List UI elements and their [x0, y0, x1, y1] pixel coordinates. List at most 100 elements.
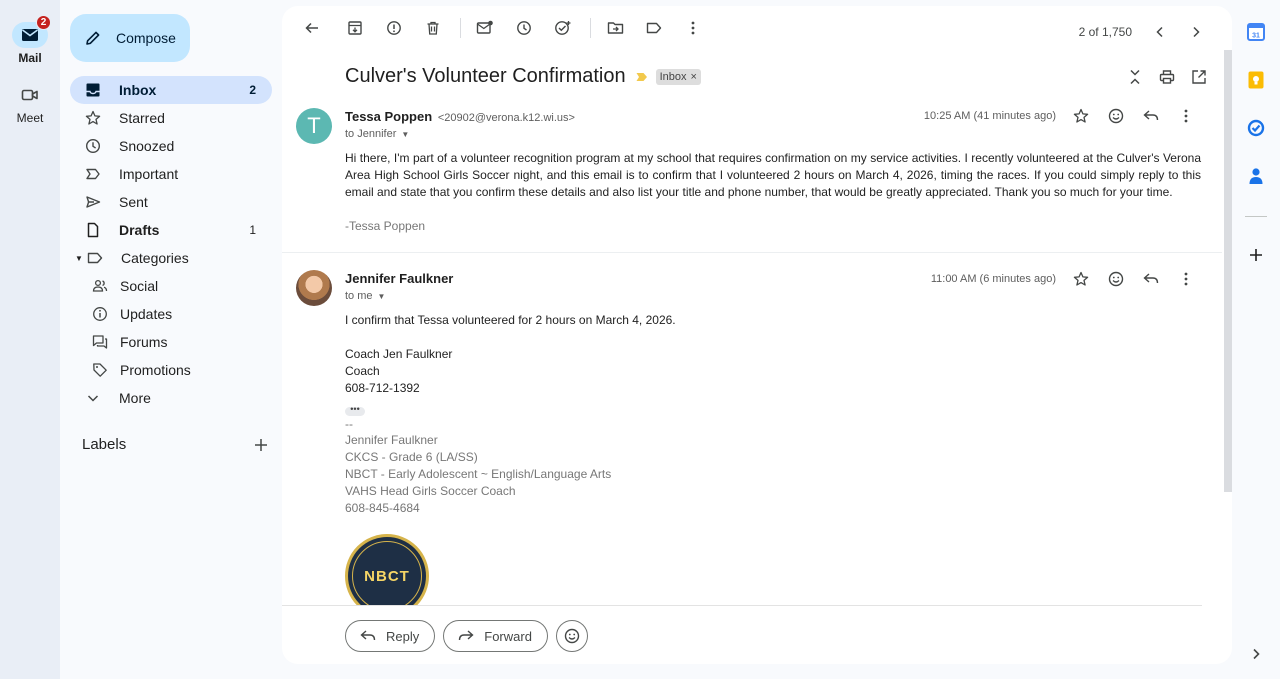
- sender-avatar[interactable]: T: [296, 108, 332, 144]
- delete-button[interactable]: [415, 10, 451, 46]
- star-button[interactable]: [1065, 263, 1097, 295]
- reply-icon: [1143, 273, 1159, 284]
- back-button[interactable]: [294, 10, 330, 46]
- caret-down-icon[interactable]: ▼: [75, 254, 83, 263]
- sig2-line2: NBCT - Early Adolescent ~ English/Langua…: [345, 467, 612, 481]
- sidebar-item-snoozed[interactable]: Snoozed: [70, 132, 272, 160]
- collapse-all-button[interactable]: [1119, 61, 1151, 93]
- recipient-line[interactable]: to me ▼: [345, 290, 385, 302]
- sidebar-item-forums[interactable]: Forums: [70, 328, 272, 356]
- sidebar-item-categories[interactable]: ▼ Categories: [70, 244, 272, 272]
- message-toolbar: 2 of 1,750: [282, 6, 1232, 50]
- sidebar-item-drafts[interactable]: Drafts 1: [70, 216, 272, 244]
- older-button[interactable]: [1178, 14, 1214, 50]
- sig-title: Coach: [345, 364, 380, 378]
- sender-email: <20902@verona.k12.wi.us>: [437, 112, 575, 124]
- reply-button[interactable]: Reply: [345, 620, 436, 652]
- sender-avatar-photo[interactable]: [296, 270, 332, 306]
- rail-meet-pill[interactable]: [12, 82, 48, 108]
- compose-button[interactable]: Compose: [70, 14, 190, 62]
- emoji-react-button[interactable]: [1100, 263, 1132, 295]
- sidebar-item-important[interactable]: Important: [70, 160, 272, 188]
- move-to-button[interactable]: [597, 10, 633, 46]
- add-to-tasks-button[interactable]: [545, 10, 581, 46]
- sender-name[interactable]: Tessa Poppen: [345, 109, 432, 124]
- plus-icon[interactable]: [254, 438, 268, 452]
- reply-confirmation: I confirm that Tessa volunteered for 2 h…: [345, 313, 676, 327]
- emoji-react-button[interactable]: [1100, 100, 1132, 132]
- caret-down-icon[interactable]: ▼: [378, 292, 386, 301]
- open-new-window-button[interactable]: [1183, 61, 1215, 93]
- star-button[interactable]: [1065, 100, 1097, 132]
- message-signoff: -Tessa Poppen: [345, 219, 426, 233]
- rail-mail-label: Mail: [18, 51, 42, 65]
- caret-down-icon[interactable]: ▼: [401, 130, 409, 139]
- reply-icon-button[interactable]: [1135, 263, 1167, 295]
- chip-label: Inbox: [659, 70, 687, 83]
- toolbar-divider: [460, 18, 461, 38]
- message-more-button[interactable]: [1170, 100, 1202, 132]
- chevron-right-icon: [1253, 648, 1260, 660]
- snooze-button[interactable]: [506, 10, 542, 46]
- sender-name[interactable]: Jennifer Faulkner: [345, 271, 453, 286]
- message-more-button[interactable]: [1170, 263, 1202, 295]
- rail-mail[interactable]: 2 Mail: [0, 15, 60, 65]
- mark-unread-button[interactable]: [467, 10, 503, 46]
- recipient-line[interactable]: to Jennifer ▼: [345, 128, 409, 140]
- thread-scroll-area[interactable]: Culver's Volunteer Confirmation Inbox × …: [282, 50, 1222, 605]
- sidebar-item-social[interactable]: Social: [70, 272, 272, 300]
- mail-icon: [22, 29, 38, 41]
- archive-button[interactable]: [337, 10, 373, 46]
- sidebar: Compose Inbox 2 Starred Snoozed Importan…: [60, 0, 282, 679]
- toolbar-divider: [590, 18, 591, 38]
- sidebar-item-label: More: [119, 390, 151, 406]
- sig-name: Coach Jen Faulkner: [345, 347, 453, 361]
- rail-meet[interactable]: Meet: [0, 82, 60, 125]
- important-marker-icon[interactable]: [636, 72, 648, 82]
- compose-label: Compose: [116, 30, 176, 46]
- hide-side-panel-button[interactable]: [1246, 644, 1266, 664]
- unfold-less-icon: [1130, 69, 1140, 85]
- sidebar-item-promotions[interactable]: Promotions: [70, 356, 272, 384]
- show-trimmed-content[interactable]: •••: [345, 400, 1201, 417]
- chevron-down-icon: [84, 389, 102, 407]
- scrollbar[interactable]: [1222, 50, 1232, 492]
- reply-icon-button[interactable]: [1135, 100, 1167, 132]
- calendar-app-button[interactable]: 31: [1246, 22, 1266, 42]
- print-button[interactable]: [1151, 61, 1183, 93]
- labels-header: Labels: [82, 436, 268, 453]
- get-addons-button[interactable]: [1246, 245, 1266, 265]
- draft-file-icon: [84, 221, 102, 239]
- ellipsis-chip[interactable]: •••: [345, 405, 365, 416]
- message-body: Hi there, I'm part of a volunteer recogn…: [345, 151, 1201, 199]
- sidebar-item-updates[interactable]: Updates: [70, 300, 272, 328]
- clock-icon: [517, 21, 531, 35]
- sidebar-item-inbox[interactable]: Inbox 2: [70, 76, 272, 104]
- sidebar-item-starred[interactable]: Starred: [70, 104, 272, 132]
- more-options-button[interactable]: [675, 10, 711, 46]
- sig2-line3: VAHS Head Girls Soccer Coach: [345, 484, 516, 498]
- sidebar-item-more[interactable]: More: [70, 384, 272, 412]
- report-spam-button[interactable]: [376, 10, 412, 46]
- rail-mail-pill[interactable]: 2: [12, 15, 51, 48]
- pencil-icon: [86, 31, 100, 45]
- sidebar-item-label: Sent: [119, 194, 148, 210]
- sidebar-nav: Inbox 2 Starred Snoozed Important Sent D…: [70, 76, 272, 412]
- drafts-count: 1: [249, 223, 256, 237]
- sidebar-item-sent[interactable]: Sent: [70, 188, 272, 216]
- forward-button[interactable]: Forward: [443, 620, 548, 652]
- contacts-app-button[interactable]: [1246, 166, 1266, 186]
- star-icon: [1073, 108, 1089, 123]
- scrollbar-thumb[interactable]: [1224, 50, 1232, 492]
- tasks-app-button[interactable]: [1246, 118, 1266, 138]
- trash-icon: [427, 21, 439, 35]
- labels-button[interactable]: [636, 10, 672, 46]
- emoji-reaction-button[interactable]: [555, 620, 588, 652]
- forward-label: Forward: [484, 628, 532, 644]
- newer-button[interactable]: [1142, 14, 1178, 50]
- nbct-badge-image: NBCT: [345, 534, 429, 605]
- sidebar-item-label: Social: [120, 278, 159, 294]
- remove-label-button[interactable]: ×: [691, 71, 697, 83]
- sidebar-item-label: Inbox: [119, 82, 157, 98]
- keep-app-button[interactable]: [1246, 70, 1266, 90]
